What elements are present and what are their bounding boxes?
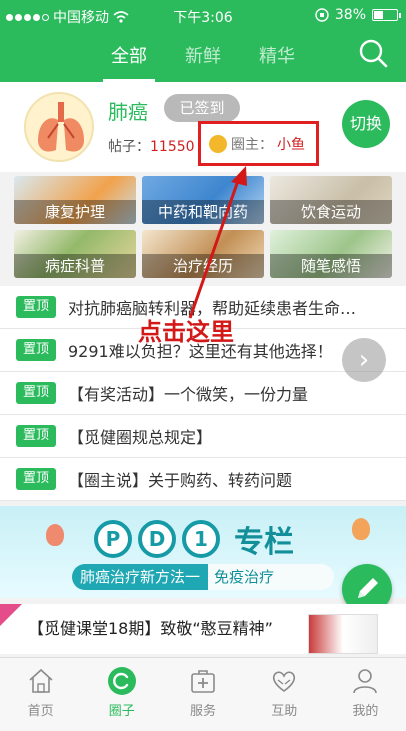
nav-home[interactable]: 首页 bbox=[0, 658, 81, 731]
article-title[interactable]: 【觅健课堂18期】致敬“憨豆精神” bbox=[28, 618, 298, 640]
nav-circle[interactable]: 圈子 bbox=[81, 658, 162, 731]
nav-label: 首页 bbox=[27, 704, 54, 719]
pd1-logo: P D 1 专栏 bbox=[94, 518, 334, 560]
nav-label: 服务 bbox=[190, 704, 217, 719]
nav-label: 互助 bbox=[271, 704, 298, 719]
heart-hands-icon bbox=[273, 671, 296, 692]
person-icon bbox=[353, 669, 378, 694]
nav-mine[interactable]: 我的 bbox=[325, 658, 406, 731]
article-preview[interactable]: 【觅健课堂18期】致敬“憨豆精神” bbox=[0, 604, 406, 654]
article-thumbnail bbox=[308, 614, 378, 654]
nav-service[interactable]: 服务 bbox=[162, 658, 243, 731]
banner-subtitle-right: 免疫治疗 bbox=[214, 568, 275, 586]
nav-label: 圈子 bbox=[108, 704, 135, 719]
recommend-ribbon bbox=[0, 604, 22, 626]
home-icon bbox=[29, 668, 53, 693]
balloon-decoration bbox=[46, 524, 64, 546]
bottom-nav: 首页 圈子 服务 互助 我的 bbox=[0, 657, 406, 731]
pd1-letter: P bbox=[94, 520, 132, 558]
circle-icon bbox=[107, 667, 136, 695]
nav-label: 我的 bbox=[352, 704, 379, 719]
balloon-decoration bbox=[352, 518, 370, 540]
pd1-letter: D bbox=[138, 520, 176, 558]
pd1-letter: 1 bbox=[182, 520, 220, 558]
banner-title: 专栏 bbox=[234, 525, 294, 560]
annotation-text: 点击这里 bbox=[138, 318, 234, 346]
banner-subtitle: 肺癌治疗新方法一 免疫治疗 bbox=[72, 564, 334, 590]
nav-mutual-help[interactable]: 互助 bbox=[244, 658, 325, 731]
medical-kit-icon bbox=[191, 670, 215, 693]
banner-subtitle-left: 肺癌治疗新方法一 bbox=[72, 564, 209, 590]
